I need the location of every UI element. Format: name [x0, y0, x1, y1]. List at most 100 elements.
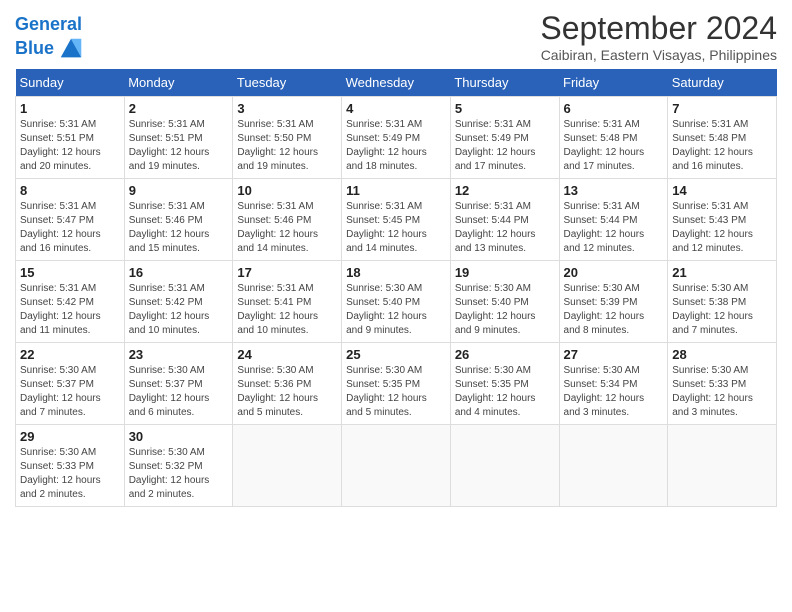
calendar-cell: 27 Sunrise: 5:30 AMSunset: 5:34 PMDayligh… [559, 343, 668, 425]
day-number: 17 [237, 265, 337, 280]
calendar-cell: 14 Sunrise: 5:31 AMSunset: 5:43 PMDayligh… [668, 179, 777, 261]
day-info: Sunrise: 5:31 AMSunset: 5:45 PMDaylight:… [346, 200, 446, 256]
calendar-cell: 23 Sunrise: 5:30 AMSunset: 5:37 PMDayligh… [124, 343, 233, 425]
calendar-cell: 10 Sunrise: 5:31 AMSunset: 5:46 PMDayligh… [233, 179, 342, 261]
calendar-cell: 4 Sunrise: 5:31 AMSunset: 5:49 PMDaylight… [342, 97, 451, 179]
page-header: General Blue September 2024 Caibiran, Ea… [15, 10, 777, 63]
day-info: Sunrise: 5:30 AMSunset: 5:35 PMDaylight:… [346, 364, 446, 420]
calendar-cell [450, 425, 559, 507]
day-header-saturday: Saturday [668, 69, 777, 97]
day-number: 10 [237, 183, 337, 198]
day-number: 29 [20, 429, 120, 444]
logo-text: General [15, 15, 85, 35]
day-number: 16 [129, 265, 229, 280]
day-number: 24 [237, 347, 337, 362]
day-info: Sunrise: 5:30 AMSunset: 5:34 PMDaylight:… [564, 364, 664, 420]
calendar-table: SundayMondayTuesdayWednesdayThursdayFrid… [15, 69, 777, 507]
calendar-cell: 6Sunrise: 5:31 AMSunset: 5:48 PMDaylight… [559, 97, 668, 179]
day-info: Sunrise: 5:31 AMSunset: 5:46 PMDaylight:… [237, 200, 337, 256]
day-info: Sunrise: 5:31 AMSunset: 5:43 PMDaylight:… [672, 200, 772, 256]
day-number: 4 [346, 101, 446, 116]
day-info: Sunrise: 5:30 AMSunset: 5:40 PMDaylight:… [346, 282, 446, 338]
calendar-cell: 28Sunrise: 5:30 AMSunset: 5:33 PMDayligh… [668, 343, 777, 425]
week-row-3: 22 Sunrise: 5:30 AMSunset: 5:37 PMDayligh… [16, 343, 777, 425]
day-info: Sunrise: 5:31 AMSunset: 5:44 PMDaylight:… [564, 200, 664, 256]
day-header-monday: Monday [124, 69, 233, 97]
day-number: 22 [20, 347, 120, 362]
calendar-cell: 17 Sunrise: 5:31 AMSunset: 5:41 PMDayligh… [233, 261, 342, 343]
day-header-sunday: Sunday [16, 69, 125, 97]
month-title: September 2024 [540, 10, 777, 47]
day-number: 9 [129, 183, 229, 198]
day-number: 30 [129, 429, 229, 444]
calendar-cell: 29 Sunrise: 5:30 AMSunset: 5:33 PMDayligh… [16, 425, 125, 507]
day-number: 8 [20, 183, 120, 198]
day-number: 1 [20, 101, 120, 116]
day-info: Sunrise: 5:31 AMSunset: 5:51 PMDaylight:… [129, 118, 229, 174]
calendar-cell: 3Sunrise: 5:31 AMSunset: 5:50 PMDaylight… [233, 97, 342, 179]
day-header-wednesday: Wednesday [342, 69, 451, 97]
day-info: Sunrise: 5:30 AMSunset: 5:37 PMDaylight:… [20, 364, 120, 420]
day-number: 12 [455, 183, 555, 198]
logo: General Blue [15, 15, 85, 63]
day-info: Sunrise: 5:31 AMSunset: 5:49 PMDaylight:… [346, 118, 446, 174]
day-info: Sunrise: 5:30 AMSunset: 5:33 PMDaylight:… [20, 446, 120, 502]
calendar-cell: 24Sunrise: 5:30 AMSunset: 5:36 PMDayligh… [233, 343, 342, 425]
calendar-cell: 11 Sunrise: 5:31 AMSunset: 5:45 PMDayligh… [342, 179, 451, 261]
day-number: 26 [455, 347, 555, 362]
calendar-cell: 2 Sunrise: 5:31 AMSunset: 5:51 PMDaylight… [124, 97, 233, 179]
calendar-cell: 18 Sunrise: 5:30 AMSunset: 5:40 PMDayligh… [342, 261, 451, 343]
day-info: Sunrise: 5:31 AMSunset: 5:44 PMDaylight:… [455, 200, 555, 256]
day-number: 20 [564, 265, 664, 280]
day-number: 21 [672, 265, 772, 280]
day-info: Sunrise: 5:30 AMSunset: 5:35 PMDaylight:… [455, 364, 555, 420]
day-number: 14 [672, 183, 772, 198]
calendar-cell: 26 Sunrise: 5:30 AMSunset: 5:35 PMDayligh… [450, 343, 559, 425]
title-block: September 2024 Caibiran, Eastern Visayas… [540, 10, 777, 63]
day-header-thursday: Thursday [450, 69, 559, 97]
calendar-cell [668, 425, 777, 507]
day-number: 2 [129, 101, 229, 116]
day-number: 15 [20, 265, 120, 280]
calendar-cell: 15 Sunrise: 5:31 AMSunset: 5:42 PMDayligh… [16, 261, 125, 343]
calendar-cell: 19Sunrise: 5:30 AMSunset: 5:40 PMDayligh… [450, 261, 559, 343]
day-info: Sunrise: 5:31 AMSunset: 5:48 PMDaylight:… [564, 118, 664, 174]
calendar-cell: 30Sunrise: 5:30 AMSunset: 5:32 PMDayligh… [124, 425, 233, 507]
calendar-cell: 20Sunrise: 5:30 AMSunset: 5:39 PMDayligh… [559, 261, 668, 343]
calendar-cell: 1 Sunrise: 5:31 AMSunset: 5:51 PMDaylight… [16, 97, 125, 179]
day-number: 11 [346, 183, 446, 198]
day-header-tuesday: Tuesday [233, 69, 342, 97]
location: Caibiran, Eastern Visayas, Philippines [540, 47, 777, 63]
day-info: Sunrise: 5:31 AMSunset: 5:41 PMDaylight:… [237, 282, 337, 338]
day-info: Sunrise: 5:31 AMSunset: 5:47 PMDaylight:… [20, 200, 120, 256]
day-number: 3 [237, 101, 337, 116]
day-number: 7 [672, 101, 772, 116]
day-number: 5 [455, 101, 555, 116]
day-info: Sunrise: 5:30 AMSunset: 5:38 PMDaylight:… [672, 282, 772, 338]
calendar-cell: 13Sunrise: 5:31 AMSunset: 5:44 PMDayligh… [559, 179, 668, 261]
day-info: Sunrise: 5:31 AMSunset: 5:42 PMDaylight:… [20, 282, 120, 338]
week-row-0: 1 Sunrise: 5:31 AMSunset: 5:51 PMDaylight… [16, 97, 777, 179]
day-info: Sunrise: 5:31 AMSunset: 5:49 PMDaylight:… [455, 118, 555, 174]
day-info: Sunrise: 5:31 AMSunset: 5:46 PMDaylight:… [129, 200, 229, 256]
calendar-cell: 22 Sunrise: 5:30 AMSunset: 5:37 PMDayligh… [16, 343, 125, 425]
day-number: 25 [346, 347, 446, 362]
calendar-cell: 16 Sunrise: 5:31 AMSunset: 5:42 PMDayligh… [124, 261, 233, 343]
day-info: Sunrise: 5:30 AMSunset: 5:40 PMDaylight:… [455, 282, 555, 338]
calendar-cell: 21 Sunrise: 5:30 AMSunset: 5:38 PMDayligh… [668, 261, 777, 343]
day-info: Sunrise: 5:31 AMSunset: 5:42 PMDaylight:… [129, 282, 229, 338]
day-header-friday: Friday [559, 69, 668, 97]
day-info: Sunrise: 5:31 AMSunset: 5:51 PMDaylight:… [20, 118, 120, 174]
day-number: 27 [564, 347, 664, 362]
calendar-cell: 9 Sunrise: 5:31 AMSunset: 5:46 PMDaylight… [124, 179, 233, 261]
calendar-cell [559, 425, 668, 507]
calendar-cell: 8 Sunrise: 5:31 AMSunset: 5:47 PMDaylight… [16, 179, 125, 261]
day-number: 23 [129, 347, 229, 362]
week-row-1: 8 Sunrise: 5:31 AMSunset: 5:47 PMDaylight… [16, 179, 777, 261]
day-info: Sunrise: 5:31 AMSunset: 5:48 PMDaylight:… [672, 118, 772, 174]
week-row-4: 29 Sunrise: 5:30 AMSunset: 5:33 PMDayligh… [16, 425, 777, 507]
logo-text-blue: Blue [15, 39, 54, 59]
day-number: 18 [346, 265, 446, 280]
calendar-cell [342, 425, 451, 507]
day-info: Sunrise: 5:30 AMSunset: 5:37 PMDaylight:… [129, 364, 229, 420]
